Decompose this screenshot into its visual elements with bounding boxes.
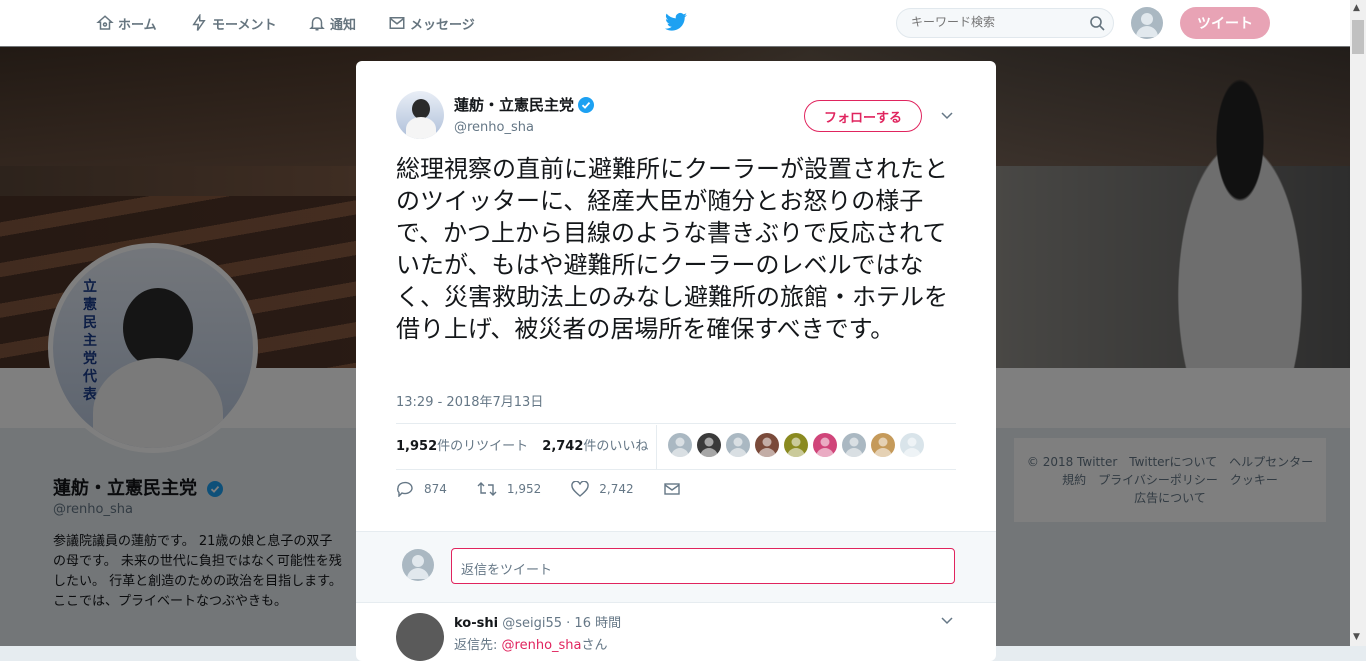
divider [396, 469, 956, 470]
twitter-bird-icon[interactable] [665, 12, 687, 32]
like-action[interactable]: 2,742 [571, 481, 634, 497]
reply-author-avatar[interactable] [396, 613, 444, 661]
liker-avatar[interactable] [668, 433, 692, 457]
reply-to-line: 返信先: @renho_shaさん [454, 638, 608, 653]
search-box[interactable] [896, 8, 1114, 38]
reply-icon [397, 481, 413, 497]
nav-notifications-label: 通知 [330, 17, 357, 33]
chevron-down-icon[interactable] [940, 109, 954, 123]
nav-moments-label: モーメント [212, 17, 277, 33]
tweet-stats: 1,952件のリツイート 2,742件のいいね [396, 435, 648, 454]
scroll-up-arrow-icon[interactable]: ▲ [1353, 3, 1360, 13]
top-navigation: ホーム モーメント 通知 メッセージ ツイート [0, 0, 1350, 47]
close-icon[interactable] [1318, 8, 1348, 38]
retweet-count: 1,952 [506, 482, 542, 496]
retweet-action[interactable]: 1,952 [477, 481, 541, 497]
chevron-down-icon[interactable] [940, 614, 954, 628]
liker-avatar[interactable] [755, 433, 779, 457]
tweet-author-avatar[interactable] [396, 91, 444, 139]
nav-messages-label: メッセージ [410, 17, 475, 33]
liker-avatar[interactable] [784, 433, 808, 457]
reply-time[interactable]: · 16 時間 [566, 616, 621, 631]
nav-home-label: ホーム [118, 17, 157, 33]
direct-message-action[interactable] [663, 482, 690, 496]
tweet-button[interactable]: ツイート [1180, 7, 1270, 39]
liker-avatar[interactable] [900, 433, 924, 457]
home-icon [96, 15, 114, 30]
reply-count: 874 [424, 482, 447, 496]
reply-compose: 返信をツイート [356, 531, 996, 603]
search-input[interactable] [909, 14, 1083, 30]
scrollbar-thumb[interactable] [1352, 20, 1364, 54]
nav-home[interactable]: ホーム [96, 13, 157, 33]
liker-avatar[interactable] [813, 433, 837, 457]
bell-icon [309, 17, 325, 31]
envelope-icon [389, 17, 405, 29]
nav-moments[interactable]: モーメント [190, 13, 276, 33]
tweet-author-name-text[interactable]: 蓮舫・立憲民主党 [454, 94, 574, 115]
tweet-actions: 874 1,952 2,742 [396, 481, 720, 497]
stats-divider [656, 425, 657, 469]
heart-icon [571, 481, 589, 497]
nav-messages[interactable]: メッセージ [388, 13, 475, 33]
lightning-icon [192, 14, 206, 31]
reply-input[interactable]: 返信をツイート [451, 548, 955, 584]
envelope-icon [663, 483, 680, 495]
reply-author-handle[interactable]: @seigi55 [502, 616, 562, 631]
retweet-icon [477, 482, 497, 496]
tweet-author-handle[interactable]: @renho_sha [454, 120, 534, 135]
retweet-stat[interactable]: 1,952件のリツイート [396, 439, 528, 454]
reply-avatar [402, 549, 434, 581]
page-scrollbar[interactable]: ▲ ▼ [1350, 0, 1366, 646]
reply-placeholder: 返信をツイート [461, 563, 553, 578]
divider [396, 423, 956, 424]
verified-badge-icon [578, 96, 595, 113]
nav-notifications[interactable]: 通知 [308, 13, 356, 33]
liker-avatar[interactable] [726, 433, 750, 457]
tweet-modal: 蓮舫・立憲民主党 @renho_sha フォローする 総理視察の直前に避難所にク… [356, 61, 996, 661]
reply-author-name[interactable]: ko-shi [454, 616, 498, 631]
liker-avatar[interactable] [842, 433, 866, 457]
reply-header: ko-shi @seigi55 · 16 時間 [454, 612, 621, 631]
default-avatar-icon [407, 555, 429, 579]
liker-avatars [668, 433, 929, 457]
scroll-down-arrow-icon[interactable]: ▼ [1353, 632, 1360, 642]
reply-action[interactable]: 874 [396, 481, 447, 497]
like-stat[interactable]: 2,742件のいいね [542, 439, 648, 454]
tweet-timestamp[interactable]: 13:29 - 2018年7月13日 [396, 391, 543, 410]
like-count: 2,742 [599, 482, 634, 496]
default-avatar-icon [1136, 13, 1158, 37]
tweet-text: 総理視察の直前に避難所にクーラーが設置されたとのツイッターに、経産大臣が随分とお… [396, 155, 948, 343]
search-icon[interactable] [1089, 15, 1105, 31]
account-avatar[interactable] [1131, 7, 1163, 39]
liker-avatar[interactable] [871, 433, 895, 457]
follow-button[interactable]: フォローする [804, 100, 922, 132]
tweet-author-name[interactable]: 蓮舫・立憲民主党 [454, 94, 595, 115]
liker-avatar[interactable] [697, 433, 721, 457]
